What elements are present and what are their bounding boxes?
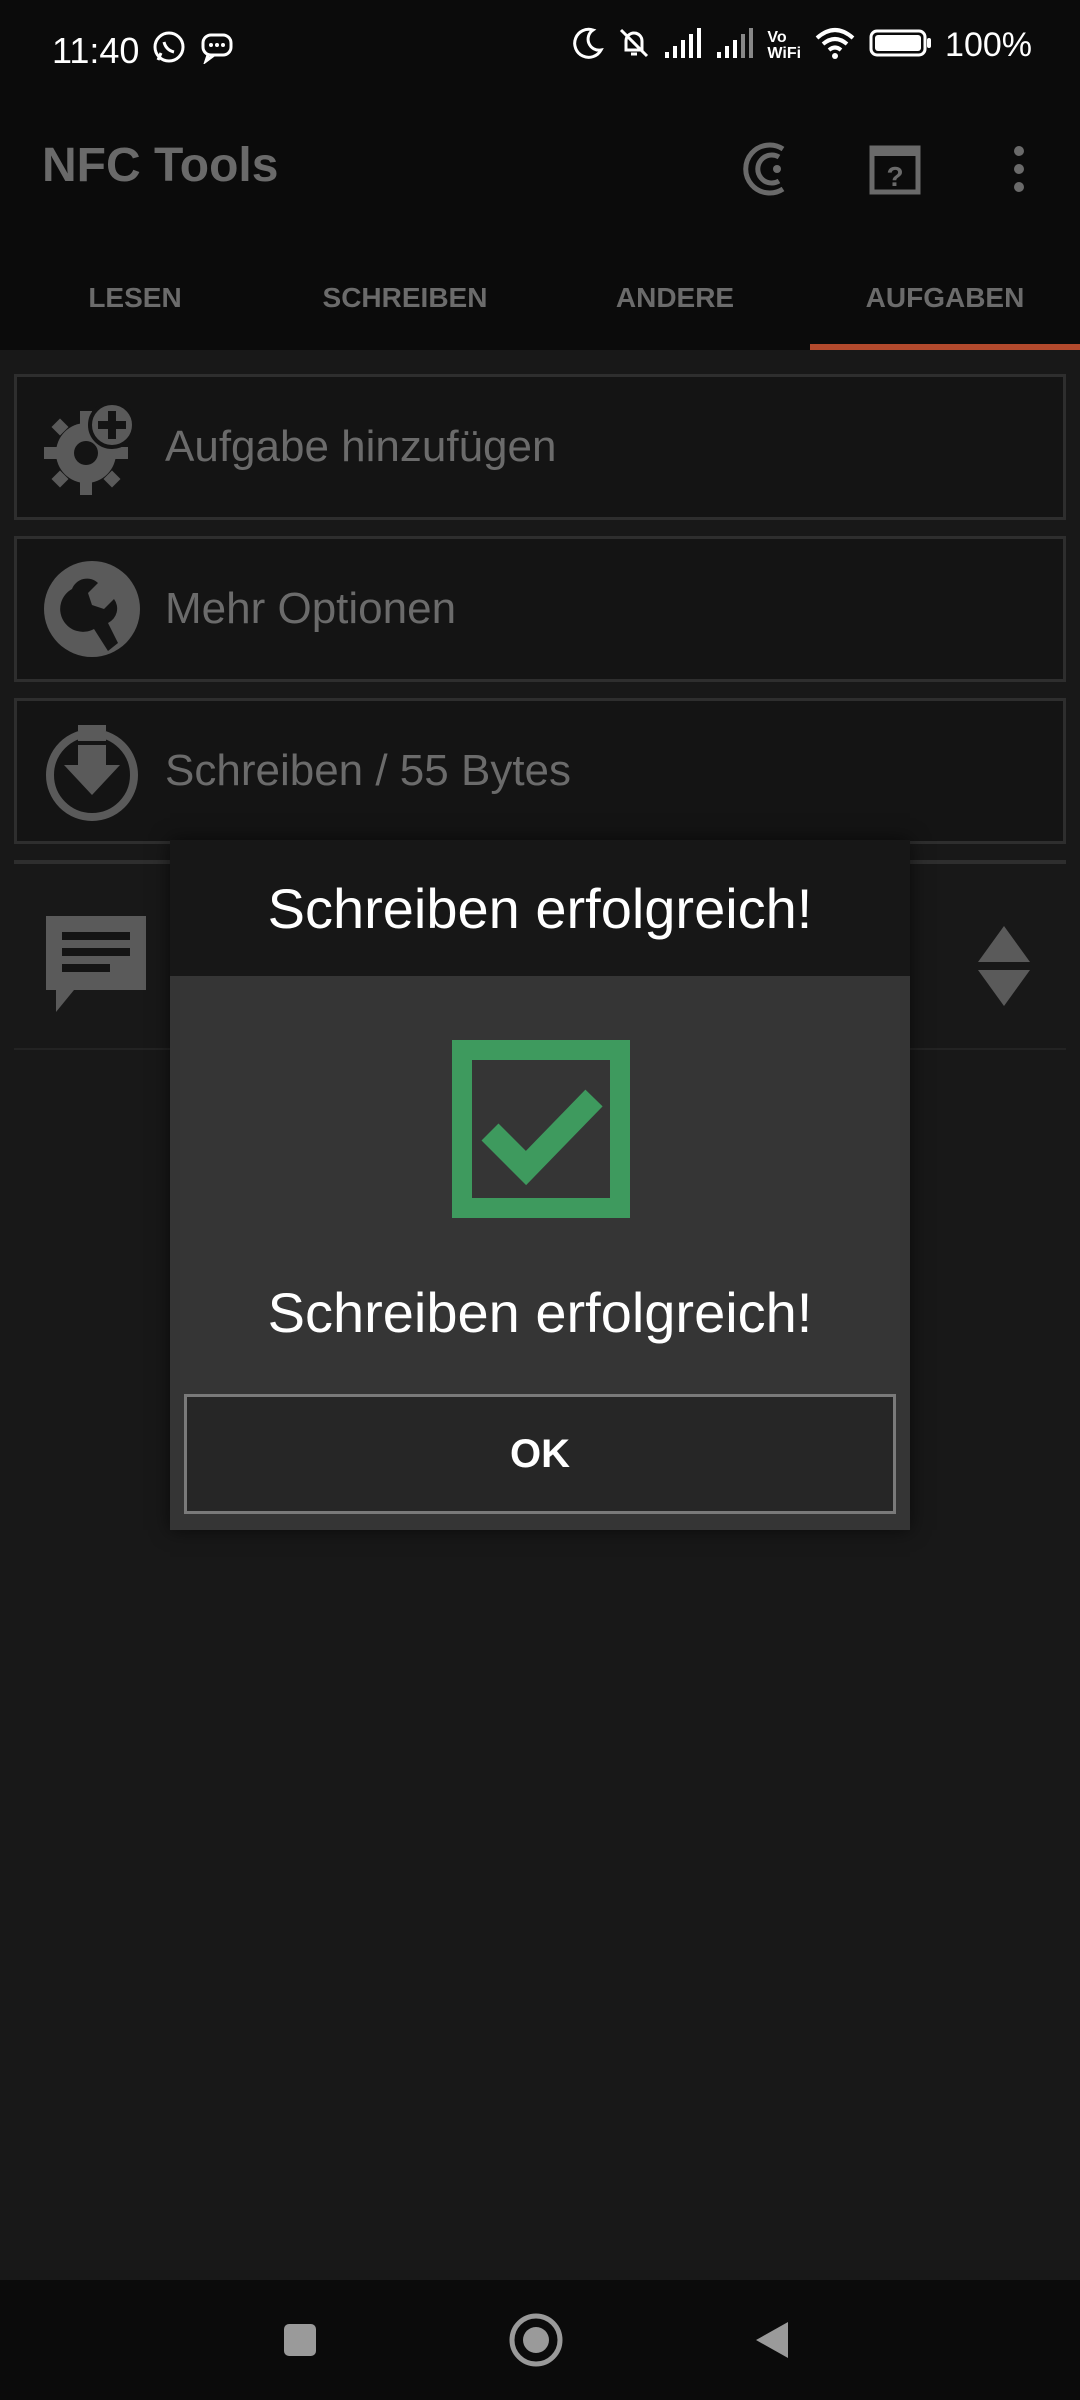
ok-button[interactable]: OK (184, 1394, 896, 1514)
back-button[interactable] (742, 2310, 802, 2370)
home-button[interactable] (506, 2310, 566, 2370)
recents-button[interactable] (270, 2310, 330, 2370)
system-nav-bar (0, 2280, 1080, 2400)
dialog-header: Schreiben erfolgreich! (170, 840, 910, 976)
success-dialog: Schreiben erfolgreich! Schreiben erfolgr… (170, 840, 910, 1530)
checkbox-check-icon (452, 1040, 630, 1218)
dialog-title: Schreiben erfolgreich! (267, 876, 813, 940)
dialog-message: Schreiben erfolgreich! (267, 1281, 813, 1344)
